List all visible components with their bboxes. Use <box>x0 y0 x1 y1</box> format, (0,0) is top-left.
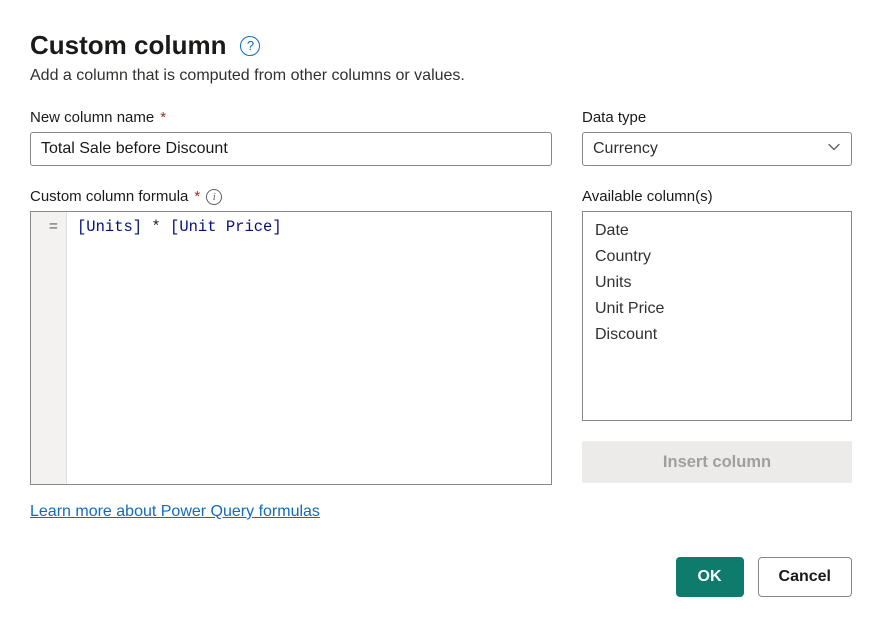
ok-button[interactable]: OK <box>676 557 744 597</box>
required-marker: * <box>160 109 166 126</box>
info-icon[interactable]: i <box>206 189 222 205</box>
list-item[interactable]: Discount <box>583 322 851 348</box>
learn-more-link[interactable]: Learn more about Power Query formulas <box>30 503 320 521</box>
available-columns-label: Available column(s) <box>582 188 852 205</box>
required-marker: * <box>194 188 200 205</box>
formula-label: Custom column formula * i <box>30 188 552 205</box>
available-columns-list[interactable]: Date Country Units Unit Price Discount <box>582 211 852 421</box>
data-type-selected-value: Currency <box>593 140 658 158</box>
list-item[interactable]: Units <box>583 270 851 296</box>
chevron-down-icon <box>827 140 841 159</box>
dialog-subtitle: Add a column that is computed from other… <box>30 67 852 85</box>
cancel-button[interactable]: Cancel <box>758 557 852 597</box>
formula-editor[interactable]: = [Units] * [Unit Price] <box>30 211 552 485</box>
insert-column-button: Insert column <box>582 441 852 483</box>
formula-gutter: = <box>31 212 67 484</box>
dialog-title: Custom column <box>30 30 226 61</box>
help-icon[interactable]: ? <box>240 36 260 56</box>
data-type-select[interactable]: Currency <box>582 132 852 166</box>
list-item[interactable]: Date <box>583 218 851 244</box>
formula-code[interactable]: [Units] * [Unit Price] <box>67 212 551 484</box>
data-type-label: Data type <box>582 109 852 126</box>
new-column-name-input[interactable] <box>30 132 552 166</box>
list-item[interactable]: Unit Price <box>583 296 851 322</box>
new-column-name-label: New column name * <box>30 109 552 126</box>
list-item[interactable]: Country <box>583 244 851 270</box>
